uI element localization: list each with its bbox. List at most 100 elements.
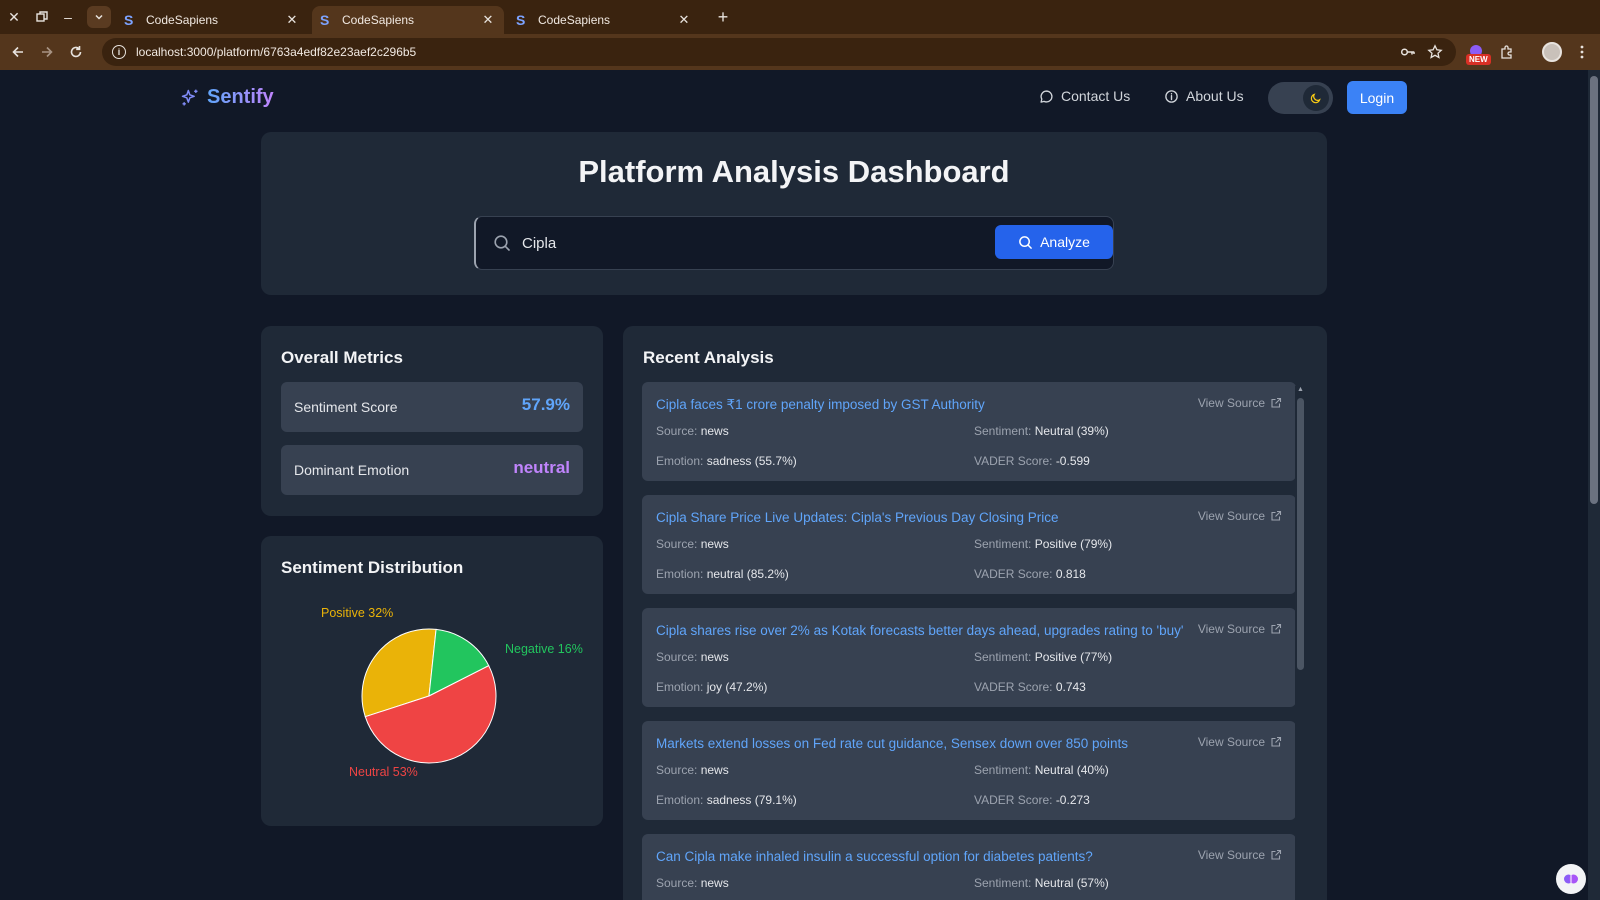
sentiment-value: Neutral (39%): [1034, 424, 1109, 438]
view-source-link[interactable]: View Source: [1198, 509, 1282, 523]
codesapiens-favicon-icon: S: [320, 12, 330, 28]
sentiment-score-label: Sentiment Score: [294, 399, 398, 415]
moon-icon: [1303, 85, 1329, 111]
address-bar[interactable]: i localhost:3000/platform/6763a4edf82e23…: [102, 38, 1456, 66]
emotion-value: sadness (55.7%): [706, 454, 797, 468]
emotion-label: Emotion:: [656, 454, 704, 468]
source-field: Source: news: [656, 876, 729, 890]
brand-logo[interactable]: Sentify: [180, 86, 274, 109]
search-icon: [494, 235, 510, 251]
navbar: Sentify Contact Us About Us Login: [0, 70, 1584, 128]
sentiment-field: Sentiment: Positive (79%): [974, 537, 1112, 551]
emotion-value: neutral (85.2%): [706, 567, 789, 581]
browser-toolbar: i localhost:3000/platform/6763a4edf82e23…: [0, 34, 1600, 70]
vader-value: -0.273: [1055, 793, 1090, 807]
theme-toggle[interactable]: [1268, 82, 1333, 114]
article-title-link[interactable]: Cipla Share Price Live Updates: Cipla's …: [656, 510, 1196, 525]
sentiment-value: Positive (79%): [1034, 537, 1113, 551]
vader-value: 0.818: [1055, 567, 1086, 581]
source-label: Source:: [656, 876, 698, 890]
new-tab-button[interactable]: +: [712, 6, 734, 28]
reload-icon[interactable]: [66, 42, 86, 62]
vader-field: VADER Score: -0.599: [974, 454, 1090, 468]
close-tab-icon[interactable]: ✕: [480, 12, 496, 28]
vader-field: VADER Score: 0.743: [974, 680, 1086, 694]
analyze-button[interactable]: Analyze: [995, 225, 1113, 259]
sentiment-label: Sentiment:: [974, 876, 1032, 890]
login-button[interactable]: Login: [1347, 81, 1407, 114]
source-value: news: [700, 876, 729, 890]
view-source-label: View Source: [1197, 622, 1265, 636]
minimize-window-icon[interactable]: –: [58, 7, 78, 27]
analyze-label: Analyze: [1040, 234, 1090, 250]
article-title-link[interactable]: Markets extend losses on Fed rate cut gu…: [656, 736, 1196, 751]
view-source-link[interactable]: View Source: [1198, 396, 1282, 410]
contact-us-link[interactable]: Contact Us: [1039, 88, 1130, 104]
platform-search-input[interactable]: [522, 227, 972, 259]
sentiment-value: Neutral (40%): [1034, 763, 1109, 777]
view-source-link[interactable]: View Source: [1198, 735, 1282, 749]
article-title-link[interactable]: Cipla faces ₹1 crore penalty imposed by …: [656, 397, 1196, 413]
source-field: Source: news: [656, 650, 729, 664]
pie-label-negative: Negative 16%: [505, 642, 583, 656]
chevron-down-icon: [95, 14, 103, 20]
overall-metrics-title: Overall Metrics: [281, 348, 403, 367]
sentiment-field: Sentiment: Neutral (57%): [974, 876, 1109, 890]
view-source-link[interactable]: View Source: [1198, 622, 1282, 636]
sentiment-score-metric: Sentiment Score 57.9%: [281, 382, 583, 432]
source-value: news: [700, 763, 729, 777]
page-scrollbar[interactable]: [1588, 70, 1600, 900]
emotion-value: sadness (79.1%): [706, 793, 797, 807]
emotion-value: joy (47.2%): [706, 680, 768, 694]
sentiment-field: Sentiment: Neutral (40%): [974, 763, 1109, 777]
vader-field: VADER Score: 0.818: [974, 567, 1086, 581]
vader-label: VADER Score:: [974, 793, 1053, 807]
source-field: Source: news: [656, 537, 729, 551]
browser-menu-icon[interactable]: [1572, 42, 1592, 62]
list-item: Cipla shares rise over 2% as Kotak forec…: [642, 608, 1296, 707]
back-icon[interactable]: [8, 42, 28, 62]
overall-metrics-card: Overall Metrics Sentiment Score 57.9% Do…: [261, 326, 603, 516]
forward-icon[interactable]: [37, 42, 57, 62]
browser-tab-3[interactable]: S CodeSapiens ✕: [508, 6, 700, 34]
restore-window-icon[interactable]: [32, 7, 52, 27]
extensions-puzzle-icon[interactable]: [1497, 42, 1517, 62]
article-title-link[interactable]: Cipla shares rise over 2% as Kotak forec…: [656, 623, 1196, 638]
bookmark-star-icon[interactable]: [1425, 42, 1445, 62]
scroll-up-arrow-icon[interactable]: ▲: [1297, 386, 1304, 394]
sentiment-distribution-card: Sentiment Distribution Positive 32% Negat…: [261, 536, 603, 826]
recent-analysis-title: Recent Analysis: [643, 348, 774, 367]
codesapiens-favicon-icon: S: [124, 12, 134, 28]
sentiment-label: Sentiment:: [974, 424, 1032, 438]
search-bar: Analyze: [474, 216, 1114, 270]
vader-label: VADER Score:: [974, 680, 1053, 694]
emotion-label: Emotion:: [656, 567, 704, 581]
page-scroll-thumb[interactable]: [1590, 76, 1598, 504]
recent-list-scrollbar[interactable]: ▲: [1295, 386, 1306, 900]
view-source-link[interactable]: View Source: [1198, 848, 1282, 862]
dominant-emotion-label: Dominant Emotion: [294, 462, 410, 478]
close-tab-icon[interactable]: ✕: [676, 12, 692, 28]
search-icon: [1019, 235, 1032, 249]
tab-search-button[interactable]: [87, 6, 111, 28]
close-window-icon[interactable]: ✕: [4, 7, 24, 27]
about-us-link[interactable]: About Us: [1164, 88, 1244, 104]
recent-list-scroll-thumb[interactable]: [1297, 398, 1304, 670]
emotion-label: Emotion:: [656, 680, 704, 694]
vader-value: -0.599: [1055, 454, 1090, 468]
site-info-icon[interactable]: i: [112, 45, 126, 59]
floating-assistant-button[interactable]: [1556, 864, 1586, 894]
tab-title: CodeSapiens: [538, 13, 611, 27]
browser-tab-2[interactable]: S CodeSapiens ✕: [312, 6, 504, 34]
browser-tab-1[interactable]: S CodeSapiens ✕: [116, 6, 308, 34]
sentiment-label: Sentiment:: [974, 650, 1032, 664]
source-label: Source:: [656, 537, 698, 551]
profile-avatar[interactable]: [1542, 42, 1562, 62]
article-title-link[interactable]: Can Cipla make inhaled insulin a success…: [656, 849, 1196, 864]
external-link-icon: [1271, 849, 1282, 860]
sentiment-value: Neutral (57%): [1034, 876, 1109, 890]
sentiment-label: Sentiment:: [974, 763, 1032, 777]
close-tab-icon[interactable]: ✕: [284, 12, 300, 28]
password-key-icon[interactable]: [1398, 42, 1418, 62]
view-source-label: View Source: [1197, 509, 1265, 523]
